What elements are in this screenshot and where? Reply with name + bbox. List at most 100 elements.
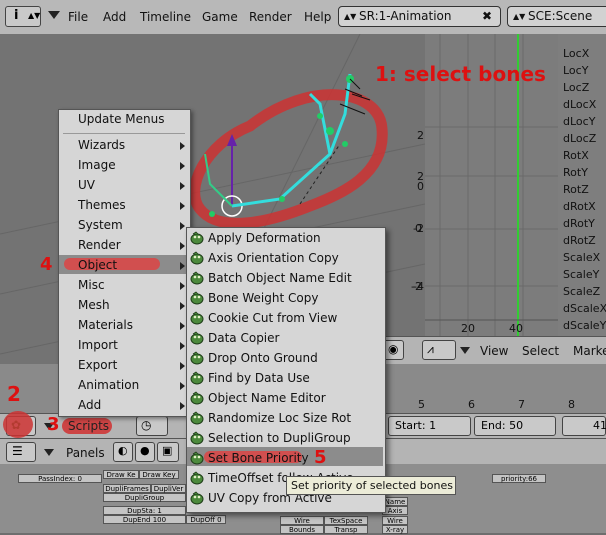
channel-item[interactable]: ScaleY [563,268,599,281]
collapse-icon[interactable] [48,11,60,19]
channel-item[interactable]: RotX [563,149,589,162]
python-icon [190,391,204,405]
texspace-toggle[interactable]: TexSpace [324,516,368,525]
wire-toggle[interactable]: Wire [280,516,324,525]
dupli-group-button[interactable]: DupliGroup [103,493,186,502]
menu-item-themes[interactable]: Themes [78,198,126,212]
menu-game[interactable]: Game [202,10,238,24]
dup-off-field[interactable]: DupOff 0 [186,515,226,524]
menu-item-materials[interactable]: Materials [78,318,133,332]
channel-item[interactable]: LocX [563,47,589,60]
channel-item[interactable]: RotY [563,166,588,179]
menu-item-mesh[interactable]: Mesh [78,298,110,312]
channel-item[interactable]: LocY [563,64,588,77]
submenu-arrow-icon [180,282,185,290]
chevron-down-icon: ▲▼ [28,11,41,20]
channel-item[interactable]: ScaleX [563,251,600,264]
submenu-arrow-icon [180,202,185,210]
dup-end-field[interactable]: DupEnd 100 [103,515,186,524]
texspace-label: TexSpace [329,517,363,525]
dupli-verts-button[interactable]: DupliVer [151,484,186,493]
submenu-item-randomize-loc-size-rot[interactable]: Randomize Loc Size Rot [208,411,351,425]
wire2-toggle[interactable]: Wire [382,516,408,525]
submenu-item-set-bone-priority[interactable]: Set Bone Priority [208,451,309,465]
menu-item-object[interactable]: Object [78,258,117,272]
channel-item[interactable]: dLocZ [563,132,596,145]
dupli-group-label: DupliGroup [124,494,165,502]
channel-item[interactable]: dRotZ [563,234,596,247]
dupli-frames-button[interactable]: DupliFrames [103,484,151,493]
dup-off-value: DupOff 0 [190,516,222,524]
object-tab[interactable]: ▣ [157,442,179,462]
menu-file[interactable]: File [68,10,88,24]
timer-button[interactable]: ◷ [136,416,168,436]
menu-item-misc[interactable]: Misc [78,278,105,292]
editor-type-button[interactable]: i ▲▼ [5,6,41,27]
submenu-item-object-name-editor[interactable]: Object Name Editor [208,391,326,405]
channel-item[interactable]: dScaleX [563,302,606,315]
submenu-arrow-icon [180,322,185,330]
menu-item-uv[interactable]: UV [78,178,95,192]
draw-key-button[interactable]: Draw Ke [103,470,139,479]
screen-selector[interactable]: ▲▼ SR:1-Animation ✖ [338,6,501,27]
menu-item-animation[interactable]: Animation [78,378,139,392]
submenu-item-axis-orientation-copy[interactable]: Axis Orientation Copy [208,251,339,265]
channel-item[interactable]: dLocX [563,98,596,111]
menu-view[interactable]: View [480,344,508,358]
tooltip: Set priority of selected bones [286,476,456,495]
submenu-arrow-icon [180,342,185,350]
menu-item-system[interactable]: System [78,218,123,232]
close-icon[interactable]: ✖ [482,7,492,26]
menu-render[interactable]: Render [249,10,292,24]
menu-item-render[interactable]: Render [78,238,121,252]
collapse-icon[interactable] [460,347,470,354]
priority-field[interactable]: priority:66 [492,474,546,483]
menu-item-image[interactable]: Image [78,158,116,172]
submenu-item-drop-onto-ground[interactable]: Drop Onto Ground [208,351,318,365]
annotation-step5: 5 [314,447,327,468]
scripts-label[interactable]: Scripts [68,419,109,433]
logic-icon: ◐ [118,444,128,457]
dup-sta-value: DupSta: 1 [127,507,162,515]
shading-tab[interactable]: ● [135,442,155,462]
menu-timeline[interactable]: Timeline [140,10,191,24]
draw-key-sel-button[interactable]: Draw Key [139,470,179,479]
submenu-item-apply-deformation[interactable]: Apply Deformation [208,231,321,245]
channel-item[interactable]: dLocY [563,115,595,128]
submenu-item-cookie-cut-from-view[interactable]: Cookie Cut from View [208,311,337,325]
channel-item[interactable]: dRotY [563,217,595,230]
submenu-item-selection-to-dupligroup[interactable]: Selection to DupliGroup [208,431,351,445]
scene-selector[interactable]: ▲▼ SCE:Scene [507,6,606,27]
collapse-icon[interactable] [44,449,54,456]
dup-sta-field[interactable]: DupSta: 1 [103,506,186,515]
submenu-item-bone-weight-copy[interactable]: Bone Weight Copy [208,291,318,305]
channel-item[interactable]: LocZ [563,81,589,94]
start-field[interactable]: Start: 1 [388,416,471,436]
editor-type-button[interactable]: ☰ [6,442,36,462]
submenu-item-find-by-data-use[interactable]: Find by Data Use [208,371,310,385]
panels-label[interactable]: Panels [66,446,105,460]
channel-item[interactable]: dScaleY [563,319,606,332]
menu-item-add[interactable]: Add [78,398,101,412]
menu-select[interactable]: Select [522,344,559,358]
channel-item[interactable]: RotZ [563,183,589,196]
channel-item[interactable]: ScaleZ [563,285,600,298]
dupli-frames-label: DupliFrames [105,485,149,493]
menu-item-import[interactable]: Import [78,338,118,352]
menu-add[interactable]: Add [103,10,126,24]
menu-item-wizards[interactable]: Wizards [78,138,125,152]
channel-item[interactable]: dRotX [563,200,596,213]
menu-item-update-menus[interactable]: Update Menus [78,112,164,126]
menu-help[interactable]: Help [304,10,331,24]
current-frame-field[interactable]: 41 [562,416,606,436]
menu-marker[interactable]: Marke [573,344,606,358]
submenu-item-data-copier[interactable]: Data Copier [208,331,279,345]
pass-index-field[interactable]: PassIndex: 0 [18,474,102,483]
editor-type-button[interactable]: ⩘ [422,340,456,360]
menu-item-export[interactable]: Export [78,358,117,372]
pass-index-value: PassIndex: 0 [38,475,82,483]
submenu-item-batch-object-name-edit[interactable]: Batch Object Name Edit [208,271,352,285]
logic-tab[interactable]: ◐ [113,442,133,462]
end-field[interactable]: End: 50 [474,416,556,436]
wire-label: Wire [294,517,310,525]
